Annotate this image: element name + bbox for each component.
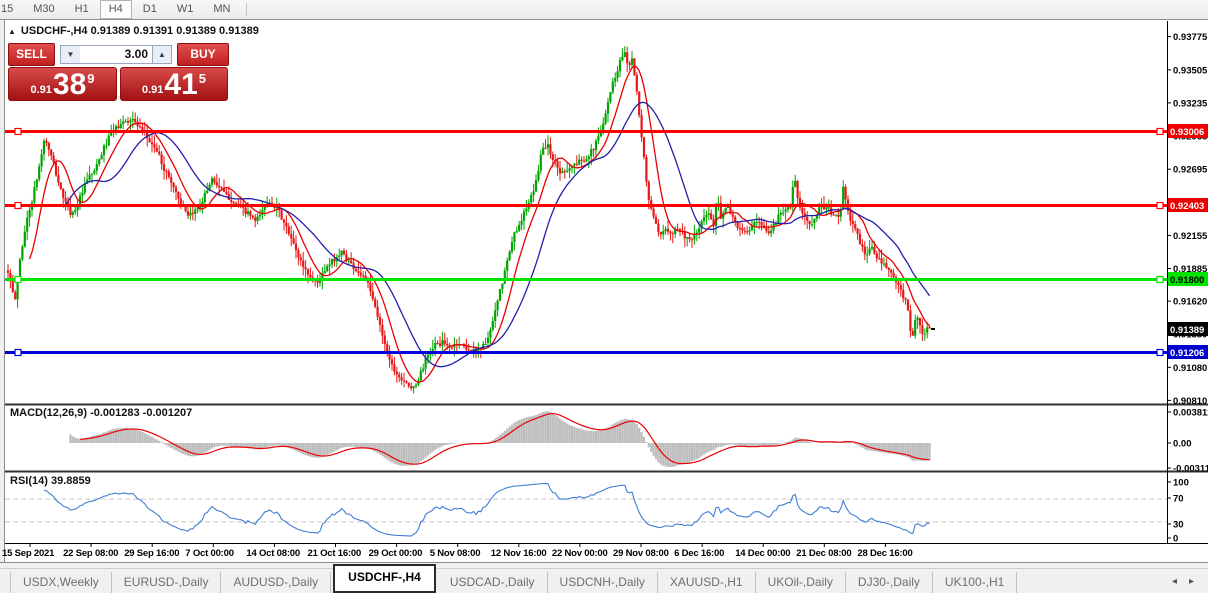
- volume-increase-button[interactable]: ▲: [152, 44, 172, 64]
- price-badge-0.91206: 0.91206: [1168, 345, 1208, 359]
- tab-audusd-daily[interactable]: AUDUSD-,Daily: [221, 572, 332, 593]
- price-axis-label: 0.93235: [1173, 98, 1208, 109]
- macd-axis-label: 0.003811: [1173, 408, 1208, 419]
- tab-usdcnh-daily[interactable]: USDCNH-,Daily: [548, 572, 658, 593]
- svg-text:0.91389: 0.91389: [1170, 325, 1204, 336]
- last-price-dash: [931, 328, 935, 330]
- buy-price-small: 0.91: [141, 84, 164, 96]
- price-badge-0.91800: 0.91800: [1168, 272, 1208, 286]
- chart-background: [5, 20, 1208, 562]
- time-axis-label: 29 Nov 08:00: [613, 548, 669, 559]
- tab-scroll-controls: ◂ ▸: [1172, 576, 1194, 587]
- time-axis-label: 15 Sep 2021: [2, 548, 55, 559]
- buy-price-sup: 5: [198, 71, 207, 86]
- time-axis-label: 21 Dec 08:00: [796, 548, 851, 559]
- time-axis-label: 29 Oct 00:00: [369, 548, 423, 559]
- buy-price-button[interactable]: 0.91 41 5: [120, 67, 228, 101]
- tab-uk100-h1[interactable]: UK100-,H1: [933, 572, 1018, 593]
- tab-usdx-weekly[interactable]: USDX,Weekly: [10, 572, 112, 593]
- macd-indicator-label: MACD(12,26,9) -0.001283 -0.001207: [10, 407, 193, 419]
- collapse-trade-panel-icon[interactable]: ▲: [8, 27, 16, 36]
- time-axis-label: 28 Dec 16:00: [857, 548, 912, 559]
- hline-anchor[interactable]: [1156, 127, 1164, 136]
- tab-usdchf-h4[interactable]: USDCHF-,H4: [333, 564, 436, 593]
- time-axis-label: 14 Oct 08:00: [246, 548, 300, 559]
- hline-anchor[interactable]: [14, 348, 22, 357]
- svg-text:0.93006: 0.93006: [1170, 127, 1204, 138]
- time-axis-label: 29 Sep 16:00: [124, 548, 179, 559]
- price-axis-label: 0.93505: [1173, 65, 1208, 76]
- price-badge-0.93006: 0.93006: [1168, 124, 1208, 138]
- chart-title-text: USDCHF-,H4 0.91389 0.91391 0.91389 0.913…: [20, 25, 259, 37]
- one-click-trade-widget: SELL ▼ ▲ BUY 0.91 38 9 0.91 41 5: [8, 42, 229, 101]
- current-price-badge: 0.91389: [1168, 322, 1208, 336]
- tab-usdcad-daily[interactable]: USDCAD-,Daily: [438, 572, 548, 593]
- price-axis-label: 0.92695: [1173, 165, 1208, 176]
- macd-axis-label: 0.00: [1173, 439, 1192, 450]
- volume-input[interactable]: [80, 44, 152, 64]
- time-axis-label: 12 Nov 16:00: [491, 548, 547, 559]
- price-axis-label: 0.91620: [1173, 297, 1207, 308]
- hline-anchor[interactable]: [14, 201, 22, 210]
- price-axis-label: 0.92155: [1173, 231, 1208, 242]
- svg-text:0.92403: 0.92403: [1170, 201, 1204, 212]
- hline-anchor[interactable]: [14, 127, 22, 136]
- time-axis-label: 6 Dec 16:00: [674, 548, 724, 559]
- rsi-axis-label: 100: [1173, 478, 1189, 489]
- time-axis-label: 21 Oct 16:00: [308, 548, 362, 559]
- sell-price-button[interactable]: 0.91 38 9: [8, 67, 117, 101]
- time-axis-label: 22 Sep 08:00: [63, 548, 118, 559]
- sell-price-big: 38: [52, 68, 87, 101]
- time-axis-label: 14 Dec 00:00: [735, 548, 790, 559]
- volume-decrease-button[interactable]: ▼: [60, 44, 80, 64]
- tab-scroll-left-icon[interactable]: ◂: [1172, 576, 1177, 587]
- sell-price-small: 0.91: [30, 84, 52, 96]
- macd-axis-label: -0.00311: [1173, 464, 1208, 475]
- sell-price-sup: 9: [87, 71, 95, 86]
- time-axis-label: 5 Nov 08:00: [430, 548, 481, 559]
- price-axis-label: 0.90810: [1173, 396, 1207, 407]
- tab-scroll-right-icon[interactable]: ▸: [1189, 576, 1194, 587]
- price-badge-0.92403: 0.92403: [1168, 198, 1208, 212]
- price-axis-label: 0.93775: [1173, 32, 1208, 43]
- time-axis-label: 7 Oct 00:00: [185, 548, 234, 559]
- tab-ukoil-daily[interactable]: UKOil-,Daily: [756, 572, 846, 593]
- svg-text:0.91206: 0.91206: [1170, 348, 1204, 359]
- hline-anchor[interactable]: [1156, 201, 1164, 210]
- rsi-axis-label: 70: [1173, 494, 1184, 505]
- sell-button[interactable]: SELL: [8, 42, 55, 66]
- chart-title: ▲ USDCHF-,H4 0.91389 0.91391 0.91389 0.9…: [8, 25, 259, 37]
- chart-tab-bar: USDX,Weekly EURUSD-,Daily AUDUSD-,Daily USD…: [0, 564, 1208, 593]
- svg-text:0.91800: 0.91800: [1170, 275, 1204, 286]
- tab-xauusd-h1[interactable]: XAUUSD-,H1: [658, 572, 756, 593]
- price-axis-label: 0.91080: [1173, 363, 1207, 374]
- buy-price-big: 41: [164, 68, 198, 101]
- rsi-axis-label: 30: [1173, 520, 1184, 531]
- hline-anchor[interactable]: [1156, 275, 1164, 284]
- hline-anchor[interactable]: [14, 275, 22, 284]
- rsi-axis-label: 0: [1173, 534, 1178, 545]
- hline-anchor[interactable]: [1156, 348, 1164, 357]
- buy-button[interactable]: BUY: [177, 42, 229, 66]
- rsi-indicator-label: RSI(14) 39.8859: [10, 475, 91, 487]
- time-axis-label: 22 Nov 00:00: [552, 548, 608, 559]
- tab-dj30-daily[interactable]: DJ30-,Daily: [846, 572, 933, 593]
- tab-eurusd-daily[interactable]: EURUSD-,Daily: [112, 572, 222, 593]
